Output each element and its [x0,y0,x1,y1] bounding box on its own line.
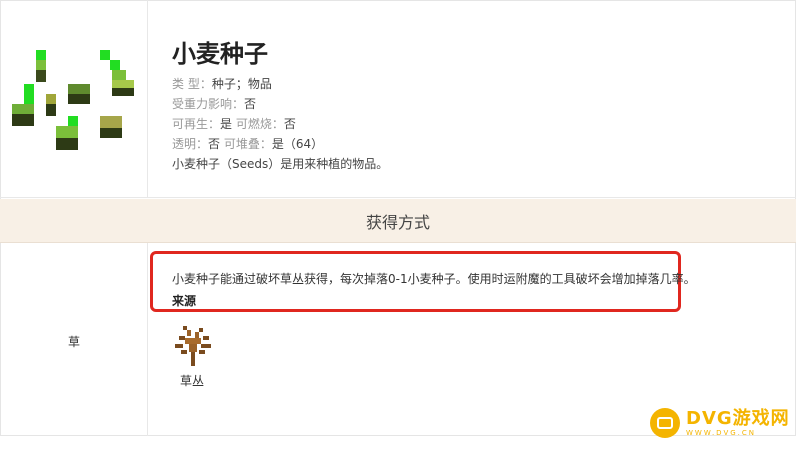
transparent-value: 否 [208,137,221,151]
item-title: 小麦种子 [172,40,268,68]
type-key: 类 型： [172,77,212,91]
type-value: 种子；物品 [211,77,272,91]
item-description: 小麦种子（Seeds）是用来种植的物品。 [172,157,389,171]
renewable-value: 是 [220,117,233,131]
stackable-value: 是（64） [271,137,324,151]
section-header-obtain: 获得方式 [0,199,796,243]
watermark-brand: DVG游戏网 [686,407,790,429]
dead-bush-icon[interactable] [175,326,211,366]
obtain-description: 小麦种子能通过破坏草丛获得，每次掉落0-1小麦种子。使用时运附魔的工具破坏会增加… [172,272,696,286]
renew-burn-row: 可再生：是 可燃烧：否 [172,114,388,134]
watermark-text: DVG游戏网 WWW.DVG.CN [686,407,790,437]
wheat-seeds-icon [12,50,134,150]
renewable-key: 可再生： [172,117,221,131]
transparent-key: 透明： [172,137,209,151]
flammable-value: 否 [283,117,296,131]
source-heading: 来源 [172,294,197,308]
gravity-value: 否 [244,97,257,111]
source-item-label[interactable]: 草丛 [160,372,224,389]
obtain-label: 草 [67,335,80,349]
item-image-cell [0,0,148,198]
stackable-key: 可堆叠： [223,137,272,151]
gravity-key: 受重力影响： [172,97,245,111]
obtain-label-cell: 草 [0,243,148,436]
flammable-key: 可燃烧： [235,117,284,131]
item-properties: 类 型：种子；物品 受重力影响：否 可再生：是 可燃烧：否 透明：否 可堆叠：是… [172,74,388,174]
watermark: DVG游戏网 WWW.DVG.CN [650,407,790,439]
gamepad-icon [650,408,680,438]
item-info-section: 小麦种子 类 型：种子；物品 受重力影响：否 可再生：是 可燃烧：否 透明：否 … [0,0,796,198]
type-row: 类 型：种子；物品 [172,74,388,94]
gravity-row: 受重力影响：否 [172,94,388,114]
transparent-stack-row: 透明：否 可堆叠：是（64） [172,134,388,154]
watermark-site: WWW.DVG.CN [686,428,757,437]
